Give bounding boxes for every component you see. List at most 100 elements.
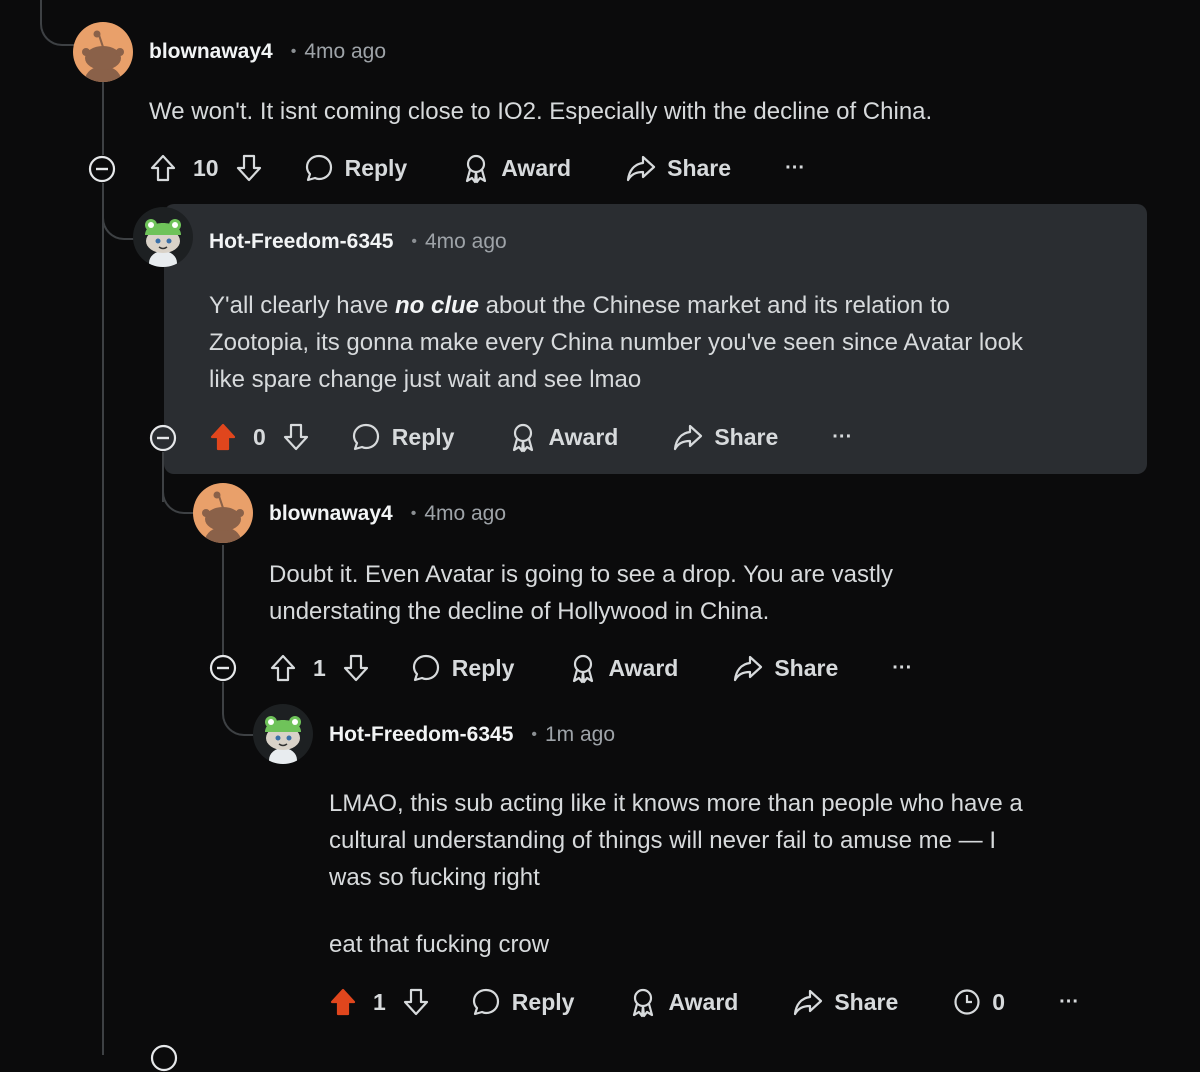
thread-connector xyxy=(222,682,256,736)
downvote-icon[interactable] xyxy=(233,152,265,184)
upvote-icon[interactable] xyxy=(327,986,359,1018)
award-icon xyxy=(633,988,654,1018)
share-button[interactable]: Share xyxy=(672,421,778,453)
award-label: Award xyxy=(668,988,739,1015)
avatar[interactable] xyxy=(193,483,253,543)
snoo-frog-hat-avatar-icon xyxy=(133,207,193,267)
snoo-avatar-icon xyxy=(73,22,133,82)
comment-body: Doubt it. Even Avatar is going to see a … xyxy=(269,556,893,630)
timestamp[interactable]: 4mo ago xyxy=(425,230,507,254)
insights-icon xyxy=(954,989,980,1015)
username[interactable]: blownaway4 xyxy=(269,502,393,526)
award-label: Award xyxy=(608,654,679,681)
thread-connector xyxy=(40,0,76,46)
collapse-icon[interactable] xyxy=(149,424,177,452)
separator-dot: • xyxy=(410,505,417,522)
downvote-icon[interactable] xyxy=(400,986,432,1018)
thread-connector xyxy=(102,190,136,240)
reply-label: Reply xyxy=(344,154,408,181)
separator-dot: • xyxy=(411,233,417,250)
upvote-icon[interactable] xyxy=(207,421,239,453)
comment-actions: 1 Reply Award Share 0 ··· xyxy=(327,982,1079,1022)
share-button[interactable]: Share xyxy=(732,652,838,684)
comment-text-line: eat that fucking crow xyxy=(329,931,550,958)
timestamp[interactable]: 1m ago xyxy=(545,723,615,747)
comment-text-line: Zootopia, its gonna make every China num… xyxy=(209,329,1023,356)
award-button[interactable]: Award xyxy=(628,986,738,1018)
share-icon xyxy=(627,155,656,182)
username[interactable]: blownaway4 xyxy=(149,40,273,64)
reply-label: Reply xyxy=(451,654,515,681)
downvote-icon[interactable] xyxy=(280,421,312,453)
vote-count: 10 xyxy=(193,154,219,181)
comment-text-line: was so fucking right xyxy=(329,864,540,891)
comment-text-line: cultural understanding of things will ne… xyxy=(329,827,996,854)
share-icon xyxy=(794,989,823,1016)
award-label: Award xyxy=(548,423,619,450)
comment-body: LMAO, this sub acting like it knows more… xyxy=(329,785,1023,963)
award-button[interactable]: Award xyxy=(461,152,571,184)
comment-text-line: Doubt it. Even Avatar is going to see a … xyxy=(269,561,893,588)
reply-label: Reply xyxy=(511,988,575,1015)
username[interactable]: Hot-Freedom-6345 xyxy=(209,230,393,254)
reply-icon xyxy=(352,423,379,451)
share-label: Share xyxy=(667,154,732,181)
reply-button[interactable]: Reply xyxy=(410,652,515,684)
reply-button[interactable]: Reply xyxy=(470,986,575,1018)
snoo-frog-hat-avatar-icon xyxy=(253,704,313,764)
comment-actions: 1 Reply Award Share ··· xyxy=(267,648,912,688)
share-label: Share xyxy=(774,654,839,681)
snoo-avatar-icon xyxy=(193,483,253,543)
award-icon xyxy=(466,154,487,184)
comment-actions: 10 Reply Award Share ··· xyxy=(147,148,805,188)
comment-text-line: LMAO, this sub acting like it knows more… xyxy=(329,790,1023,817)
insights-button[interactable]: 0 xyxy=(952,987,1005,1017)
collapse-icon[interactable] xyxy=(88,155,116,183)
comment-meta: blownaway4 • 4mo ago xyxy=(149,37,386,67)
thread-connector xyxy=(162,470,196,514)
reply-button[interactable]: Reply xyxy=(303,152,408,184)
award-icon xyxy=(513,423,534,453)
timestamp[interactable]: 4mo ago xyxy=(304,40,386,64)
comment-actions: 0 Reply Award Share ··· xyxy=(207,417,852,457)
vote-count: 1 xyxy=(373,988,386,1015)
username[interactable]: Hot-Freedom-6345 xyxy=(329,723,513,747)
downvote-icon[interactable] xyxy=(340,652,372,684)
share-button[interactable]: Share xyxy=(792,986,898,1018)
vote-count: 0 xyxy=(253,423,266,450)
award-button[interactable]: Award xyxy=(568,652,678,684)
text-segment: about the Chinese market and its relatio… xyxy=(479,292,950,319)
more-icon[interactable]: ··· xyxy=(1059,991,1079,1014)
more-icon[interactable]: ··· xyxy=(892,657,912,680)
avatar[interactable] xyxy=(133,207,193,267)
more-icon[interactable]: ··· xyxy=(785,157,805,180)
award-icon xyxy=(573,654,594,684)
comment-meta: blownaway4 • 4mo ago xyxy=(269,499,506,529)
share-icon xyxy=(674,424,703,451)
timestamp[interactable]: 4mo ago xyxy=(424,502,506,526)
reply-icon xyxy=(305,154,332,182)
insights-count: 0 xyxy=(992,988,1006,1015)
upvote-icon[interactable] xyxy=(147,152,179,184)
comment-text-line: understating the decline of Hollywood in… xyxy=(269,598,770,625)
thread-line[interactable] xyxy=(102,78,104,155)
share-button[interactable]: Share xyxy=(625,152,731,184)
collapse-icon[interactable] xyxy=(209,654,237,682)
share-label: Share xyxy=(714,423,779,450)
separator-dot: • xyxy=(531,726,537,743)
more-icon[interactable]: ··· xyxy=(832,426,852,449)
text-segment: Y'all clearly have xyxy=(209,292,395,319)
thread-line[interactable] xyxy=(102,183,104,1055)
vote-count: 1 xyxy=(313,654,326,681)
reply-button[interactable]: Reply xyxy=(350,421,455,453)
comment-text-line: like spare change just wait and see lmao xyxy=(209,366,642,393)
award-label: Award xyxy=(501,154,572,181)
upvote-icon[interactable] xyxy=(267,652,299,684)
avatar[interactable] xyxy=(73,22,133,82)
thread-line[interactable] xyxy=(222,545,224,655)
award-button[interactable]: Award xyxy=(508,421,618,453)
comment-meta: Hot-Freedom-6345 • 1m ago xyxy=(329,720,615,750)
avatar[interactable] xyxy=(253,704,313,764)
reply-label: Reply xyxy=(391,423,455,450)
collapse-icon[interactable] xyxy=(150,1044,178,1072)
